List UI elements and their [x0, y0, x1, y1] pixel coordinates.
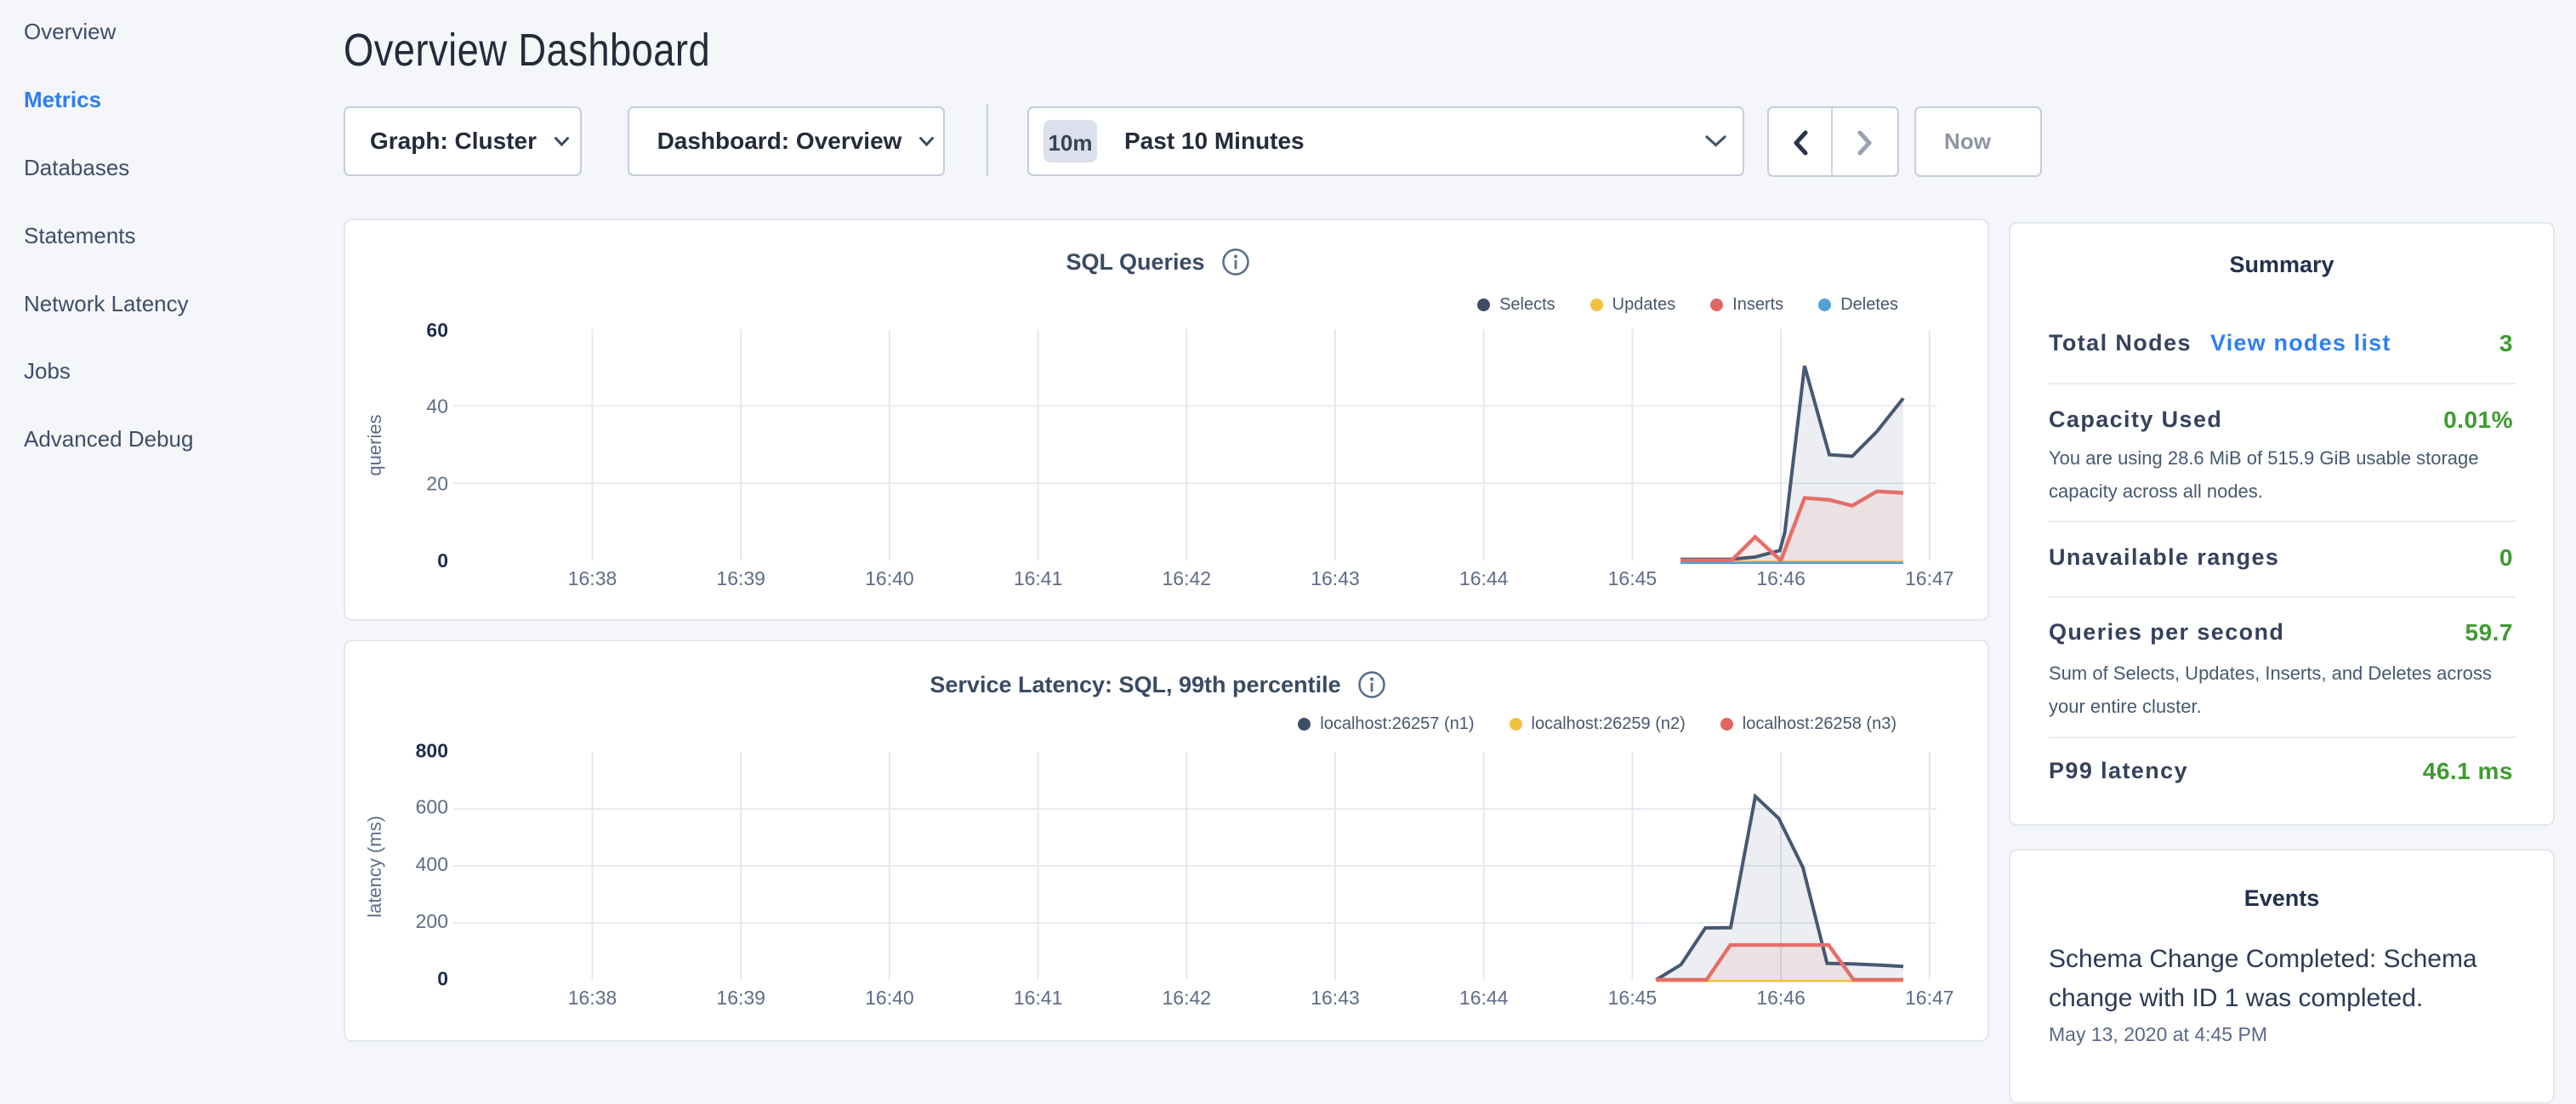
svg-text:16:38: 16:38 — [568, 567, 617, 589]
svg-text:16:45: 16:45 — [1608, 987, 1658, 1009]
svg-text:16:42: 16:42 — [1163, 987, 1212, 1009]
svg-text:40: 40 — [426, 396, 448, 418]
svg-text:16:40: 16:40 — [865, 987, 914, 1009]
svg-text:16:47: 16:47 — [1905, 567, 1954, 589]
svg-text:60: 60 — [426, 319, 448, 341]
svg-text:16:39: 16:39 — [716, 567, 765, 589]
svg-text:16:38: 16:38 — [568, 987, 617, 1009]
svg-text:16:43: 16:43 — [1311, 567, 1360, 589]
svg-text:16:45: 16:45 — [1608, 567, 1658, 589]
svg-text:16:44: 16:44 — [1459, 567, 1509, 589]
svg-text:200: 200 — [416, 910, 448, 932]
svg-text:16:41: 16:41 — [1014, 987, 1063, 1009]
svg-text:16:46: 16:46 — [1756, 987, 1805, 1009]
svg-text:400: 400 — [416, 853, 448, 875]
svg-text:16:42: 16:42 — [1163, 567, 1212, 589]
svg-text:latency (ms): latency (ms) — [364, 816, 385, 918]
svg-text:16:44: 16:44 — [1459, 987, 1509, 1009]
svg-text:20: 20 — [426, 472, 448, 494]
svg-text:16:43: 16:43 — [1311, 987, 1360, 1009]
svg-text:16:47: 16:47 — [1905, 987, 1954, 1009]
svg-text:16:46: 16:46 — [1756, 567, 1805, 589]
svg-text:0: 0 — [437, 549, 448, 572]
svg-text:16:39: 16:39 — [716, 987, 765, 1009]
svg-text:queries: queries — [364, 414, 385, 475]
svg-text:16:40: 16:40 — [865, 567, 914, 589]
svg-text:600: 600 — [416, 796, 448, 818]
svg-text:800: 800 — [416, 740, 448, 762]
svg-text:16:41: 16:41 — [1014, 567, 1063, 589]
svg-text:0: 0 — [437, 968, 448, 990]
